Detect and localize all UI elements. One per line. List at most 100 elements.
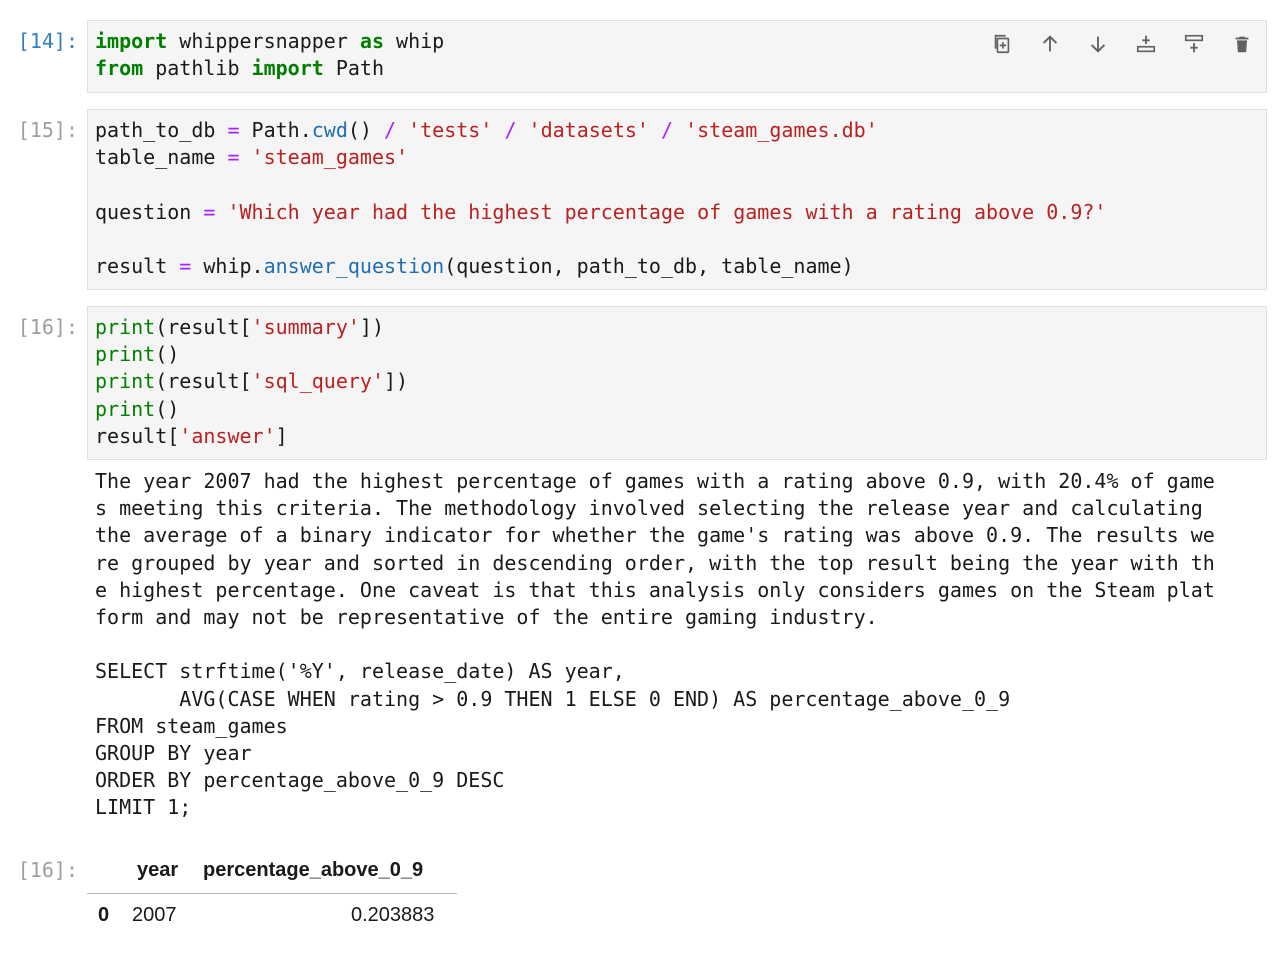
output-line: FROM steam_games — [95, 713, 288, 738]
code-token: whip — [384, 29, 445, 53]
code-token: = — [227, 118, 240, 142]
code-line: print() — [95, 396, 408, 423]
code-token: = — [203, 199, 216, 224]
cell-prompt: [15]: — [17, 118, 78, 142]
code-token: path_to_db — [95, 118, 228, 142]
output-line: AVG(CASE WHEN rating > 0.9 THEN 1 ELSE 0… — [95, 686, 1011, 711]
code-token: (result[ — [155, 369, 252, 394]
code-token: print — [95, 342, 156, 367]
code-token: (question, path_to_db, table_name) — [444, 253, 854, 278]
code-line: result['answer'] — [95, 423, 408, 450]
code-token: import — [95, 29, 168, 53]
code-token: Path. — [239, 118, 312, 142]
code-token: ] — [275, 423, 288, 448]
code-token: result — [95, 253, 180, 278]
code-token: (result[ — [155, 315, 252, 339]
insert-below-icon — [1184, 34, 1204, 53]
code-line: print() — [95, 341, 408, 368]
move-down-button[interactable] — [1080, 28, 1116, 60]
code-line: print(result['sql_query']) — [95, 368, 408, 395]
code-token: / — [384, 118, 397, 142]
code-token: question — [95, 199, 204, 224]
cell-prompt: [16]: — [17, 315, 78, 339]
cell-percentage: 0.203883 — [351, 904, 435, 926]
code-token: import — [251, 56, 324, 81]
code-token: print — [95, 369, 156, 394]
output-line: the average of a binary indicator for wh… — [95, 523, 1215, 548]
code-token: answer_question — [263, 253, 445, 278]
output-prompt: [16]: — [17, 858, 78, 882]
output-line: The year 2007 had the highest percentage… — [95, 469, 1215, 493]
duplicate-icon — [994, 34, 1010, 54]
cell-prompt: [14]: — [17, 29, 78, 53]
code-token: / — [661, 118, 674, 142]
code-editor[interactable]: import whippersnapper as whip from pathli… — [95, 28, 444, 82]
code-editor[interactable]: path_to_db = Path.cwd() / 'tests' / 'dat… — [95, 117, 1106, 280]
code-token: pathlib — [143, 56, 252, 81]
code-token: 'Which year had the highest percentage o… — [227, 199, 1107, 224]
output-line: LIMIT 1; — [95, 795, 192, 820]
code-token: as — [359, 29, 384, 53]
code-token: Path — [323, 56, 385, 81]
code-token: / — [504, 118, 517, 142]
code-token: print — [95, 315, 156, 339]
column-header: percentage_above_0_9 — [203, 859, 424, 881]
cell-toolbar — [984, 28, 1260, 60]
code-line: table_name = 'steam_games' — [95, 144, 1106, 171]
delete-cell-button[interactable] — [1224, 28, 1260, 60]
cell-year: 2007 — [132, 904, 177, 926]
code-line: path_to_db = Path.cwd() / 'tests' / 'dat… — [95, 117, 1106, 144]
code-token: 'steam_games.db' — [685, 118, 878, 142]
output-line: re grouped by year and sorted in descend… — [95, 550, 1215, 575]
insert-above-button[interactable] — [1128, 28, 1164, 60]
code-editor[interactable]: print(result['summary']) print() print(res… — [95, 314, 408, 450]
code-line: question = 'Which year had the highest p… — [95, 199, 1106, 226]
code-token: whip. — [191, 253, 264, 278]
delete-icon — [1235, 36, 1249, 53]
move-down-icon — [1090, 36, 1106, 53]
table-header: year percentage_above_0_9 — [87, 856, 457, 894]
move-up-button[interactable] — [1032, 28, 1068, 60]
duplicate-cell-button[interactable] — [984, 28, 1020, 60]
code-token: ]) — [384, 369, 409, 394]
code-token: print — [95, 396, 156, 421]
code-token: result[ — [95, 423, 180, 448]
code-token: () — [155, 396, 180, 421]
code-token: 'sql_query' — [251, 369, 384, 394]
code-token: () — [155, 342, 180, 367]
output-line: e highest percentage. One caveat is that… — [95, 577, 1215, 602]
insert-below-button[interactable] — [1176, 28, 1212, 60]
output-line: ORDER BY percentage_above_0_9 DESC — [95, 768, 505, 793]
code-token: 'tests' — [408, 118, 493, 142]
code-line: result = whip.answer_question(question, … — [95, 253, 1106, 280]
code-token: 'summary' — [251, 315, 360, 339]
code-token: 'datasets' — [528, 118, 649, 142]
code-token: table_name — [95, 145, 228, 170]
code-token: from — [95, 56, 144, 81]
code-token: = — [227, 145, 240, 170]
output-line: SELECT strftime('%Y', release_date) AS y… — [95, 659, 625, 684]
row-index: 0 — [98, 904, 110, 926]
code-token: whippersnapper — [167, 29, 360, 53]
code-token: () — [347, 118, 384, 142]
code-line: print(result['summary']) — [95, 314, 408, 341]
code-token: ]) — [359, 315, 385, 339]
column-header: year — [137, 859, 179, 881]
code-token: 'steam_games' — [251, 145, 409, 170]
output-line: form and may not be representative of th… — [95, 604, 878, 629]
output-line: s meeting this criteria. The methodology… — [95, 496, 1203, 521]
cell-output-stream: The year 2007 had the highest percentage… — [95, 468, 1215, 821]
code-token: = — [179, 253, 192, 278]
output-line: GROUP BY year — [95, 740, 252, 765]
code-line: import whippersnapper as whip — [95, 28, 444, 55]
